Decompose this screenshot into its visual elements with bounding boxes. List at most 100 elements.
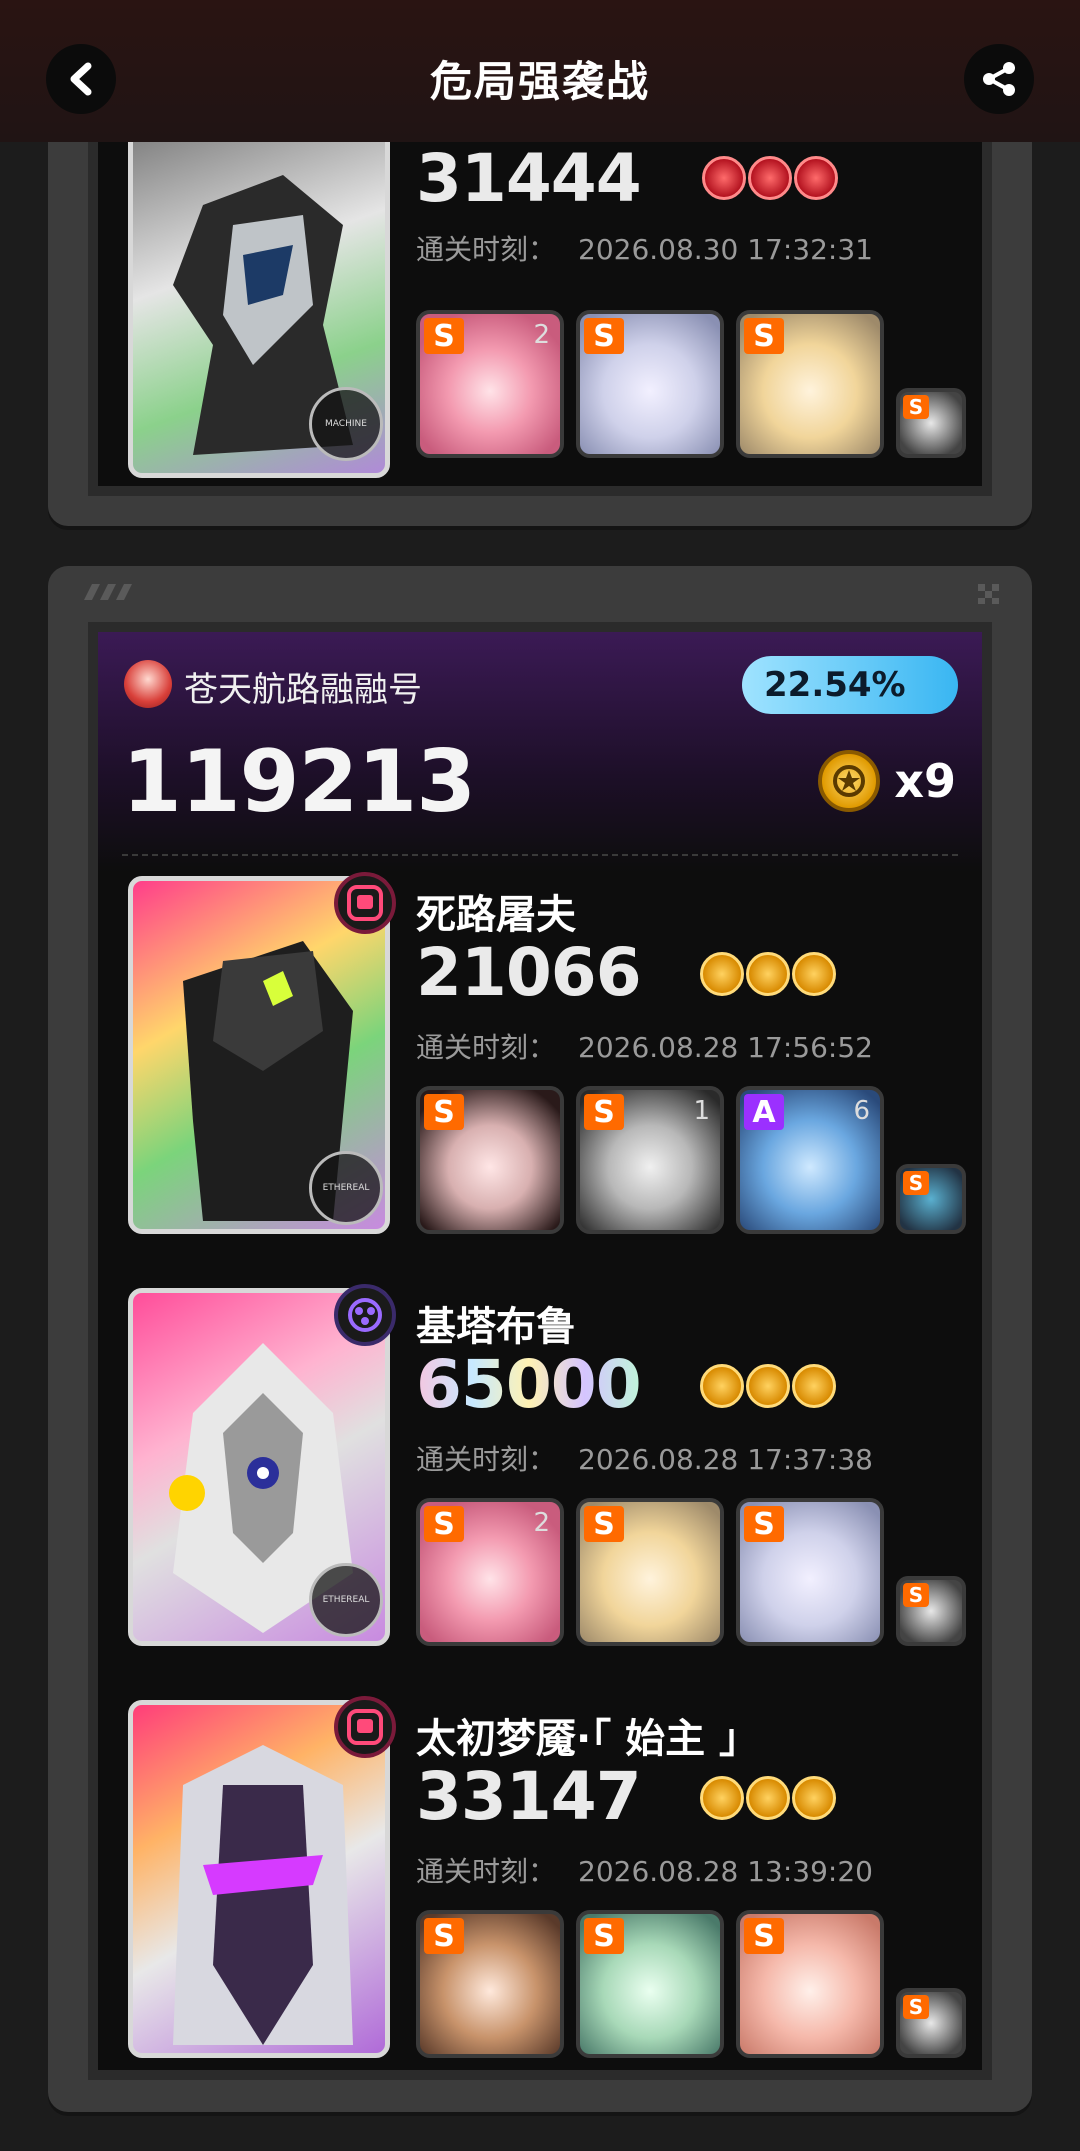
medal-group — [700, 952, 836, 996]
primordial-nightmare-image — [173, 1745, 353, 2045]
previous-record-inner: MACHINE 31444 通关时刻： 2026.08.30 17:32:31 S… — [88, 80, 992, 496]
percentile-badge: 22.54% — [742, 656, 958, 714]
clear-time-value: 2026.08.28 17:56:52 — [578, 1031, 873, 1064]
coin-multiplier: x9 — [894, 754, 956, 808]
medal-icon — [792, 952, 836, 996]
top-bar: 危局强袭战 — [0, 0, 1080, 142]
fist-icon — [347, 885, 383, 921]
stripes-decoration — [84, 584, 132, 600]
medal-icon — [746, 1364, 790, 1408]
clear-time-label: 通关时刻： — [416, 1031, 557, 1064]
anomaly-icon — [348, 1298, 382, 1332]
page: 危局强袭战 MACHINE 31444 通关时刻： 2026.08.30 17:… — [0, 0, 1080, 2151]
attribute-badge: ETHEREAL — [309, 1151, 383, 1225]
player-summary: 苍天航路融融号 22.54% 119213 x9 — [98, 632, 982, 872]
boss-entry: MACHINE 31444 通关时刻： 2026.08.30 17:32:31 S… — [128, 110, 972, 480]
agent-lineup: S 2 S S S — [416, 310, 966, 458]
boss-score: 31444 — [416, 140, 642, 217]
medal-group — [702, 156, 838, 200]
bangboo-portrait[interactable]: S — [896, 388, 966, 458]
agent-portrait[interactable]: S — [416, 1086, 564, 1234]
rank-badge: S — [744, 1506, 784, 1542]
agent-lineup: S 2 S S S — [416, 1498, 966, 1646]
fist-icon — [347, 1709, 383, 1745]
share-icon — [983, 62, 1015, 96]
medal-icon — [746, 952, 790, 996]
medal-icon — [748, 156, 792, 200]
medal-icon — [792, 1364, 836, 1408]
rank-badge: S — [424, 1918, 464, 1954]
medal-group — [700, 1364, 836, 1408]
medal-icon — [794, 156, 838, 200]
clear-time-label: 通关时刻： — [416, 1443, 557, 1476]
agent-portrait[interactable]: S — [576, 310, 724, 458]
boss-name: 死路屠夫 — [416, 892, 576, 938]
rank-badge: S — [903, 1995, 929, 2019]
rank-badge: S — [744, 1918, 784, 1954]
percentile-value: 22.54% — [764, 665, 906, 705]
boss-entry: ETHEREAL 基塔布鲁 65000 通关时刻： 2026.08.28 17:3… — [128, 1284, 972, 1658]
rank-badge: S — [903, 1583, 929, 1607]
mindscape-level: 6 — [853, 1096, 870, 1126]
clear-time-label: 通关时刻： — [416, 1855, 557, 1888]
rank-badge: S — [584, 318, 624, 354]
share-button[interactable] — [964, 44, 1034, 114]
medal-group — [700, 1776, 836, 1820]
medal-icon — [746, 1776, 790, 1820]
clear-time-label: 通关时刻： — [416, 233, 557, 266]
rank-badge: S — [903, 395, 929, 419]
bangboo-portrait[interactable]: S — [896, 1164, 966, 1234]
rank-badge: S — [584, 1918, 624, 1954]
medal-icon — [700, 1364, 744, 1408]
clear-time: 通关时刻： 2026.08.30 17:32:31 — [416, 228, 873, 268]
coin-icon — [818, 750, 880, 812]
agent-portrait[interactable]: A 6 — [736, 1086, 884, 1234]
attribute-badge: MACHINE — [309, 387, 383, 461]
agent-portrait[interactable]: S — [576, 1498, 724, 1646]
mindscape-level: 2 — [533, 1508, 550, 1538]
boss-score: 65000 — [416, 1346, 642, 1423]
boss-score: 33147 — [416, 1758, 642, 1835]
boss-name: 太初梦魇·「 始主 」 — [416, 1716, 760, 1762]
clear-time-value: 2026.08.30 17:32:31 — [578, 233, 873, 266]
record-panel: 苍天航路融融号 22.54% 119213 x9 ETHEREAL 死路屠夫 2… — [48, 566, 1032, 2112]
checker-decoration — [978, 584, 999, 604]
agent-portrait[interactable]: S 2 — [416, 310, 564, 458]
medal-icon — [700, 1776, 744, 1820]
bangboo-portrait[interactable]: S — [896, 1988, 966, 2058]
clear-time-value: 2026.08.28 13:39:20 — [578, 1855, 873, 1888]
boss-score: 21066 — [416, 934, 642, 1011]
rank-badge: S — [424, 318, 464, 354]
agent-portrait[interactable]: S — [416, 1910, 564, 2058]
rank-badge: S — [584, 1506, 624, 1542]
record-inner: 苍天航路融融号 22.54% 119213 x9 ETHEREAL 死路屠夫 2… — [88, 622, 992, 2080]
player-name: 苍天航路融融号 — [184, 670, 422, 710]
agent-portrait[interactable]: S — [576, 1910, 724, 2058]
rank-badge: S — [744, 318, 784, 354]
agent-portrait[interactable]: S — [736, 1498, 884, 1646]
total-score: 119213 — [122, 732, 476, 832]
clear-time: 通关时刻： 2026.08.28 17:56:52 — [416, 1026, 873, 1066]
mindscape-level: 1 — [693, 1096, 710, 1126]
agent-portrait[interactable]: S 1 — [576, 1086, 724, 1234]
medal-icon — [702, 156, 746, 200]
agent-portrait[interactable]: S — [736, 1910, 884, 2058]
avatar[interactable] — [124, 660, 172, 708]
agent-portrait[interactable]: S — [736, 310, 884, 458]
rank-badge: S — [903, 1171, 929, 1195]
agent-portrait[interactable]: S 2 — [416, 1498, 564, 1646]
agent-lineup: S S S S — [416, 1910, 966, 2058]
medal-icon — [700, 952, 744, 996]
boss-portrait[interactable]: MACHINE — [128, 120, 390, 478]
clear-time: 通关时刻： 2026.08.28 13:39:20 — [416, 1850, 873, 1890]
agent-lineup: S S 1 A 6 S — [416, 1086, 966, 1234]
rank-badge: A — [744, 1094, 784, 1130]
clear-time-value: 2026.08.28 17:37:38 — [578, 1443, 873, 1476]
bangboo-portrait[interactable]: S — [896, 1576, 966, 1646]
boss-type-badge — [334, 872, 396, 934]
clear-time: 通关时刻： 2026.08.28 17:37:38 — [416, 1438, 873, 1478]
mindscape-level: 2 — [533, 320, 550, 350]
boss-entry: ETHEREAL 死路屠夫 21066 通关时刻： 2026.08.28 17:5… — [128, 872, 972, 1246]
divider — [122, 854, 958, 856]
attribute-badge: ETHEREAL — [309, 1563, 383, 1637]
